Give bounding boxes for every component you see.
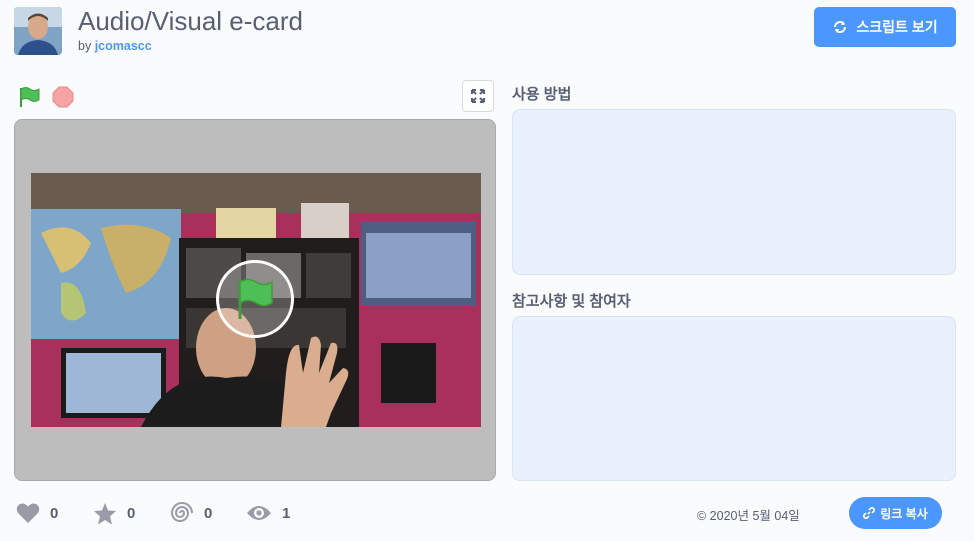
view-stat: 1 — [246, 500, 290, 526]
notes-credits-label: 참고사항 및 참여자 — [512, 293, 631, 310]
stop-icon — [52, 86, 74, 108]
start-overlay-button[interactable] — [216, 260, 294, 338]
instructions-label: 사용 방법 — [512, 86, 572, 103]
fullscreen-button[interactable] — [462, 80, 494, 112]
copy-link-label: 링크 복사 — [880, 506, 928, 521]
author-link[interactable]: jcomascc — [95, 39, 152, 53]
stop-button[interactable] — [52, 86, 74, 108]
green-flag-icon — [20, 87, 40, 107]
see-inside-button[interactable]: 스크립트 보기 — [814, 7, 956, 47]
favorite-stat[interactable]: 0 — [93, 500, 135, 526]
project-title: Audio/Visual e-card — [78, 6, 303, 36]
star-icon — [94, 502, 116, 524]
copy-link-button[interactable]: 링크 복사 — [849, 497, 942, 529]
link-icon — [863, 507, 876, 519]
heart-icon — [16, 503, 40, 523]
favorite-count: 0 — [127, 504, 136, 522]
by-label: by — [78, 39, 92, 53]
love-stat[interactable]: 0 — [16, 500, 58, 526]
see-inside-label: 스크립트 보기 — [856, 19, 938, 35]
shared-date: © 2020년 5월 04일 — [697, 509, 800, 523]
fullscreen-icon — [471, 89, 485, 103]
notes-credits-panel — [512, 316, 956, 481]
author-avatar[interactable] — [14, 7, 62, 55]
remix-count: 0 — [204, 504, 213, 522]
byline: by jcomascc — [78, 39, 152, 53]
love-count: 0 — [50, 504, 59, 522]
green-flag-button[interactable] — [18, 86, 42, 108]
view-count: 1 — [282, 504, 291, 522]
refresh-icon — [834, 21, 847, 33]
green-flag-icon — [238, 278, 273, 319]
project-stage[interactable] — [14, 119, 496, 481]
instructions-panel — [512, 109, 956, 275]
remix-stat: 0 — [170, 500, 212, 526]
eye-icon — [247, 506, 271, 520]
remix-spiral-icon — [170, 502, 193, 522]
